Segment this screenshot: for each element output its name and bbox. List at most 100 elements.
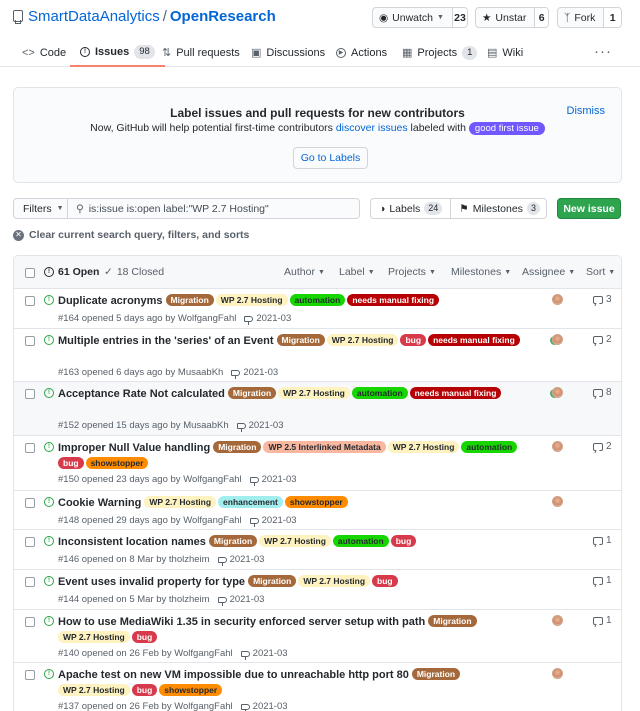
avatar[interactable] (552, 387, 563, 398)
issue-milestone[interactable]: 2021-03 (217, 554, 264, 566)
avatar[interactable] (552, 294, 563, 305)
search-input[interactable]: ⚲ is:issue is:open label:"WP 2.7 Hosting" (68, 198, 360, 219)
issue-checkbox[interactable] (25, 577, 35, 587)
issue-label[interactable]: bug (131, 631, 158, 643)
issue-row[interactable]: ! Improper Null Value handling Migration WP… (14, 436, 621, 491)
issue-label[interactable]: bug (58, 457, 84, 469)
issue-label[interactable]: enhancement (218, 496, 283, 508)
repo-name-link[interactable]: OpenResearch (170, 8, 276, 25)
tab-wiki[interactable]: ▤ Wiki (487, 38, 523, 67)
issue-title-link[interactable]: Apache test on new VM impossible due to … (58, 669, 409, 681)
issue-row[interactable]: ! Multiple entries in the 'series' of an … (14, 329, 621, 382)
comments-link[interactable]: 2 (593, 334, 612, 345)
issue-label[interactable]: bug (400, 334, 427, 346)
issue-milestone[interactable]: 2021-03 (240, 648, 288, 660)
issue-label[interactable]: Migration (208, 535, 258, 547)
good-first-issue-label[interactable]: good first issue (468, 122, 545, 135)
issue-title-link[interactable]: Event uses invalid property for type (58, 576, 245, 588)
issue-label[interactable]: showstopper (159, 684, 223, 696)
projects-filter[interactable]: Projects ▼ (388, 266, 436, 278)
issue-label[interactable]: WP 2.5 Interlinked Metadata (263, 441, 386, 453)
issue-title-link[interactable]: Duplicate acronyms (58, 295, 163, 307)
issue-milestone[interactable]: 2021-03 (236, 420, 283, 432)
more-menu-icon[interactable]: ··· (594, 43, 612, 60)
issue-milestone[interactable]: 2021-03 (249, 515, 297, 527)
issue-label[interactable]: bug (390, 535, 417, 547)
tab-actions[interactable]: ▶ Actions (336, 38, 387, 67)
issue-label[interactable]: Migration (248, 575, 297, 587)
comments-link[interactable]: 8 (593, 387, 612, 398)
tab-pull-requests[interactable]: ⇅ Pull requests (162, 38, 240, 67)
issue-checkbox[interactable] (25, 336, 35, 346)
repo-owner-link[interactable]: SmartDataAnalytics (28, 8, 160, 25)
issue-checkbox[interactable] (25, 296, 35, 306)
issue-label[interactable]: needs manual fixing (409, 387, 502, 399)
issue-label[interactable]: bug (372, 575, 398, 587)
issue-milestone[interactable]: 2021-03 (231, 367, 278, 379)
issue-row[interactable]: ! Inconsistent location names Migration WP … (14, 530, 621, 570)
issue-row[interactable]: ! Acceptance Rate Not calculated Migration… (14, 382, 621, 436)
issue-label[interactable]: WP 2.7 Hosting (387, 441, 460, 453)
comments-link[interactable]: 3 (593, 294, 612, 305)
issue-label[interactable]: Migration (428, 615, 477, 627)
issue-title-link[interactable]: Cookie Warning (58, 497, 141, 509)
issue-row[interactable]: ! How to use MediaWiki 1.35 in security e… (14, 610, 621, 663)
avatar[interactable] (552, 334, 563, 345)
watchers-count[interactable]: 23 (451, 8, 467, 27)
tab-projects[interactable]: ▦ Projects 1 (402, 38, 478, 67)
issue-checkbox[interactable] (25, 443, 35, 453)
issue-checkbox[interactable] (25, 498, 35, 508)
comments-link[interactable]: 1 (593, 615, 612, 626)
issue-label[interactable]: showstopper (284, 496, 348, 508)
issue-label[interactable]: WP 2.7 Hosting (58, 684, 130, 696)
issue-milestone[interactable]: 2021-03 (240, 701, 288, 711)
issue-label[interactable]: WP 2.7 Hosting (144, 496, 217, 508)
author-filter[interactable]: Author ▼ (284, 266, 325, 278)
issue-label[interactable]: needs manual fixing (428, 334, 520, 346)
new-issue-button[interactable]: New issue (557, 198, 621, 219)
milestones-button[interactable]: ⚑ Milestones 3 (450, 199, 548, 218)
go-to-labels-button[interactable]: Go to Labels (293, 147, 368, 169)
issue-label[interactable]: automation (332, 535, 389, 547)
issue-title-link[interactable]: Improper Null Value handling (58, 442, 210, 454)
issue-row[interactable]: ! Event uses invalid property for type Mig… (14, 570, 621, 610)
issue-label[interactable]: Migration (411, 668, 461, 680)
issue-label[interactable]: automation (351, 387, 408, 399)
issue-title-link[interactable]: How to use MediaWiki 1.35 in security en… (58, 616, 425, 628)
avatar[interactable] (552, 496, 563, 507)
discover-issues-link[interactable]: discover issues (336, 122, 408, 134)
unwatch-button[interactable]: ◉ Unwatch ▼ 23 (372, 7, 468, 28)
issue-checkbox[interactable] (25, 617, 35, 627)
issue-label[interactable]: WP 2.7 Hosting (298, 575, 371, 587)
assignee-filter[interactable]: Assignee ▼ (522, 266, 575, 278)
issue-label[interactable]: WP 2.7 Hosting (278, 387, 350, 399)
issue-label[interactable]: showstopper (85, 457, 149, 469)
issue-checkbox[interactable] (25, 389, 35, 399)
forks-count[interactable]: 1 (603, 8, 621, 27)
clear-filters-link[interactable]: ✕ Clear current search query, filters, an… (13, 229, 249, 241)
stars-count[interactable]: 6 (534, 8, 548, 27)
avatar[interactable] (552, 441, 563, 452)
comments-link[interactable]: 1 (593, 535, 612, 546)
issue-label[interactable]: automation (461, 441, 518, 453)
sort-filter[interactable]: Sort ▼ (586, 266, 615, 278)
issue-label[interactable]: automation (289, 294, 346, 306)
unstar-button[interactable]: ★ Unstar 6 (475, 7, 549, 28)
comments-link[interactable]: 2 (593, 441, 612, 452)
issue-milestone[interactable]: 2021-03 (217, 594, 264, 606)
issue-row[interactable]: ! Apache test on new VM impossible due to… (14, 663, 621, 711)
select-all-checkbox[interactable] (25, 268, 35, 278)
filters-button[interactable]: Filters ▼ (13, 198, 68, 219)
issue-label[interactable]: WP 2.7 Hosting (215, 294, 288, 306)
issue-checkbox[interactable] (25, 670, 35, 680)
avatar[interactable] (552, 615, 563, 626)
issue-label[interactable]: Migration (213, 441, 262, 453)
issue-label[interactable]: Migration (276, 334, 325, 346)
issue-label[interactable]: Migration (227, 387, 277, 399)
issue-label[interactable]: WP 2.7 Hosting (259, 535, 331, 547)
label-filter[interactable]: Label ▼ (339, 266, 375, 278)
open-issues-toggle[interactable]: ! 61 Open (44, 266, 99, 278)
issue-row[interactable]: ! Duplicate acronyms Migration WP 2.7 Hosti… (14, 289, 621, 329)
labels-button[interactable]: ◑ Labels 24 (371, 199, 450, 218)
closed-issues-toggle[interactable]: ✓ 18 Closed (104, 266, 164, 278)
